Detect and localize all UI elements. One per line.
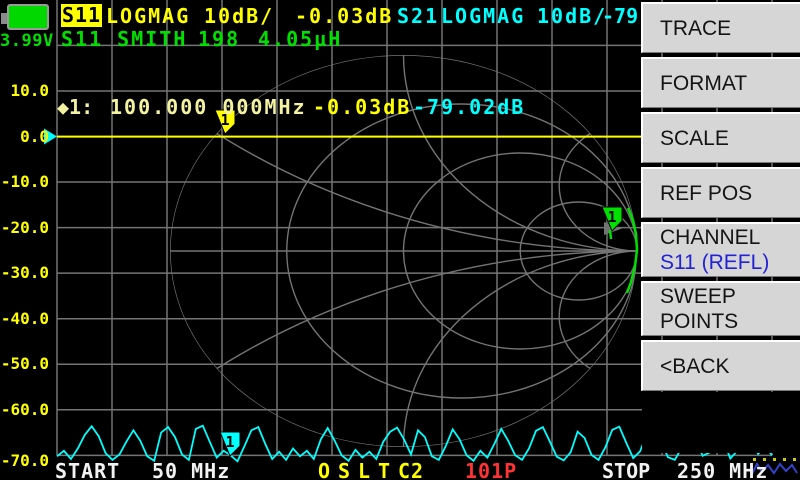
trace2-resistance: 198	[198, 27, 241, 51]
menu-label: SCALE	[660, 126, 729, 150]
trace2-format: SMITH	[117, 27, 188, 51]
menu-shadow-mask	[642, 392, 800, 453]
menu-button-format[interactable]: FORMAT	[641, 57, 800, 108]
menu-sublabel-channel-value: S11 (REFL)	[660, 251, 770, 274]
active-trace-chip[interactable]: S11	[61, 4, 102, 27]
screen-artifact-dot	[793, 458, 796, 461]
menu-label: TRACE	[660, 16, 732, 40]
menu-button-sweep-points[interactable]: SWEEP POINTS	[641, 281, 800, 336]
y-axis-label: -30.0	[0, 263, 49, 283]
marker-pin-number: 1	[607, 208, 616, 226]
menu-button-back[interactable]: <BACK	[641, 340, 800, 391]
stop-label[interactable]: STOP	[602, 460, 650, 480]
menu-label-line2: POINTS	[660, 310, 739, 333]
cal-flag-thru: T	[378, 459, 393, 480]
start-value[interactable]: 50 MHz	[152, 460, 230, 480]
cal-flag-short: S	[338, 459, 353, 480]
marker-number: 1:	[69, 95, 94, 119]
menu-button-refpos[interactable]: REF POS	[641, 167, 800, 218]
y-axis-label: -50.0	[0, 354, 49, 374]
menu-label: SWEEP	[660, 285, 736, 308]
cal-slot: C2	[398, 459, 425, 480]
y-axis-label: 0.0	[20, 126, 49, 146]
stop-value[interactable]: 250 MHz	[677, 460, 768, 480]
y-axis-label: -70.0	[0, 451, 49, 471]
trace0-scale: 10dB/	[204, 4, 275, 28]
cal-flag-open: O	[318, 459, 333, 480]
battery-voltage: 3.99V	[0, 31, 54, 51]
side-menu: TRACE FORMAT SCALE REF POS CHANNEL S11 (…	[641, 2, 800, 395]
y-axis-label: -40.0	[0, 308, 49, 328]
y-axis-label: 10.0	[10, 80, 49, 100]
menu-button-scale[interactable]: SCALE	[641, 112, 800, 163]
marker-frequency[interactable]: 100.000 000MHz	[110, 96, 307, 118]
screen-artifact-dot	[773, 458, 776, 461]
trace0-value: -0.03dB	[295, 4, 394, 28]
marker-s11-value: -0.03dB	[313, 95, 412, 119]
trace1-format: LOGMAG	[441, 4, 526, 28]
battery-icon-body	[7, 4, 49, 30]
start-label[interactable]: START	[55, 460, 120, 480]
trace2-channel: S11	[61, 27, 104, 51]
cal-flag-load: L	[358, 459, 373, 480]
trace1-value: -79	[602, 4, 639, 28]
menu-button-trace[interactable]: TRACE	[641, 2, 800, 53]
trace2-channel-format[interactable]: S11 SMITH	[61, 28, 187, 50]
menu-label: FORMAT	[660, 71, 748, 95]
marker-pin-number: 1	[225, 433, 234, 451]
menu-label: REF POS	[660, 181, 753, 205]
marker-s21-value: -79.02dB	[413, 95, 526, 119]
menu-button-channel[interactable]: CHANNEL S11 (REFL)	[641, 222, 800, 277]
screen-artifact-dot	[783, 458, 786, 461]
nanovna-screen: 111 3.99V S11 LOGMAG 10dB/ -0.03dB S21 L…	[0, 0, 800, 480]
trace-s11-smith-point	[608, 229, 613, 240]
trace0-format[interactable]: LOGMAG	[106, 5, 190, 27]
marker-diamond-icon: ◆	[57, 95, 70, 119]
trace2-inductance: 4.05µH	[258, 27, 343, 51]
trace1-channel[interactable]: S21	[397, 5, 439, 27]
menu-label: <BACK	[660, 354, 730, 378]
sweep-points-badge: 101P	[465, 459, 518, 480]
marker-symbol[interactable]: ◆1:	[57, 96, 93, 118]
menu-label: CHANNEL	[660, 226, 761, 249]
y-axis-label: -20.0	[0, 217, 49, 237]
y-axis-label: -60.0	[0, 399, 49, 419]
trace1-scale: 10dB/	[537, 4, 608, 28]
y-axis-label: -10.0	[0, 172, 49, 192]
